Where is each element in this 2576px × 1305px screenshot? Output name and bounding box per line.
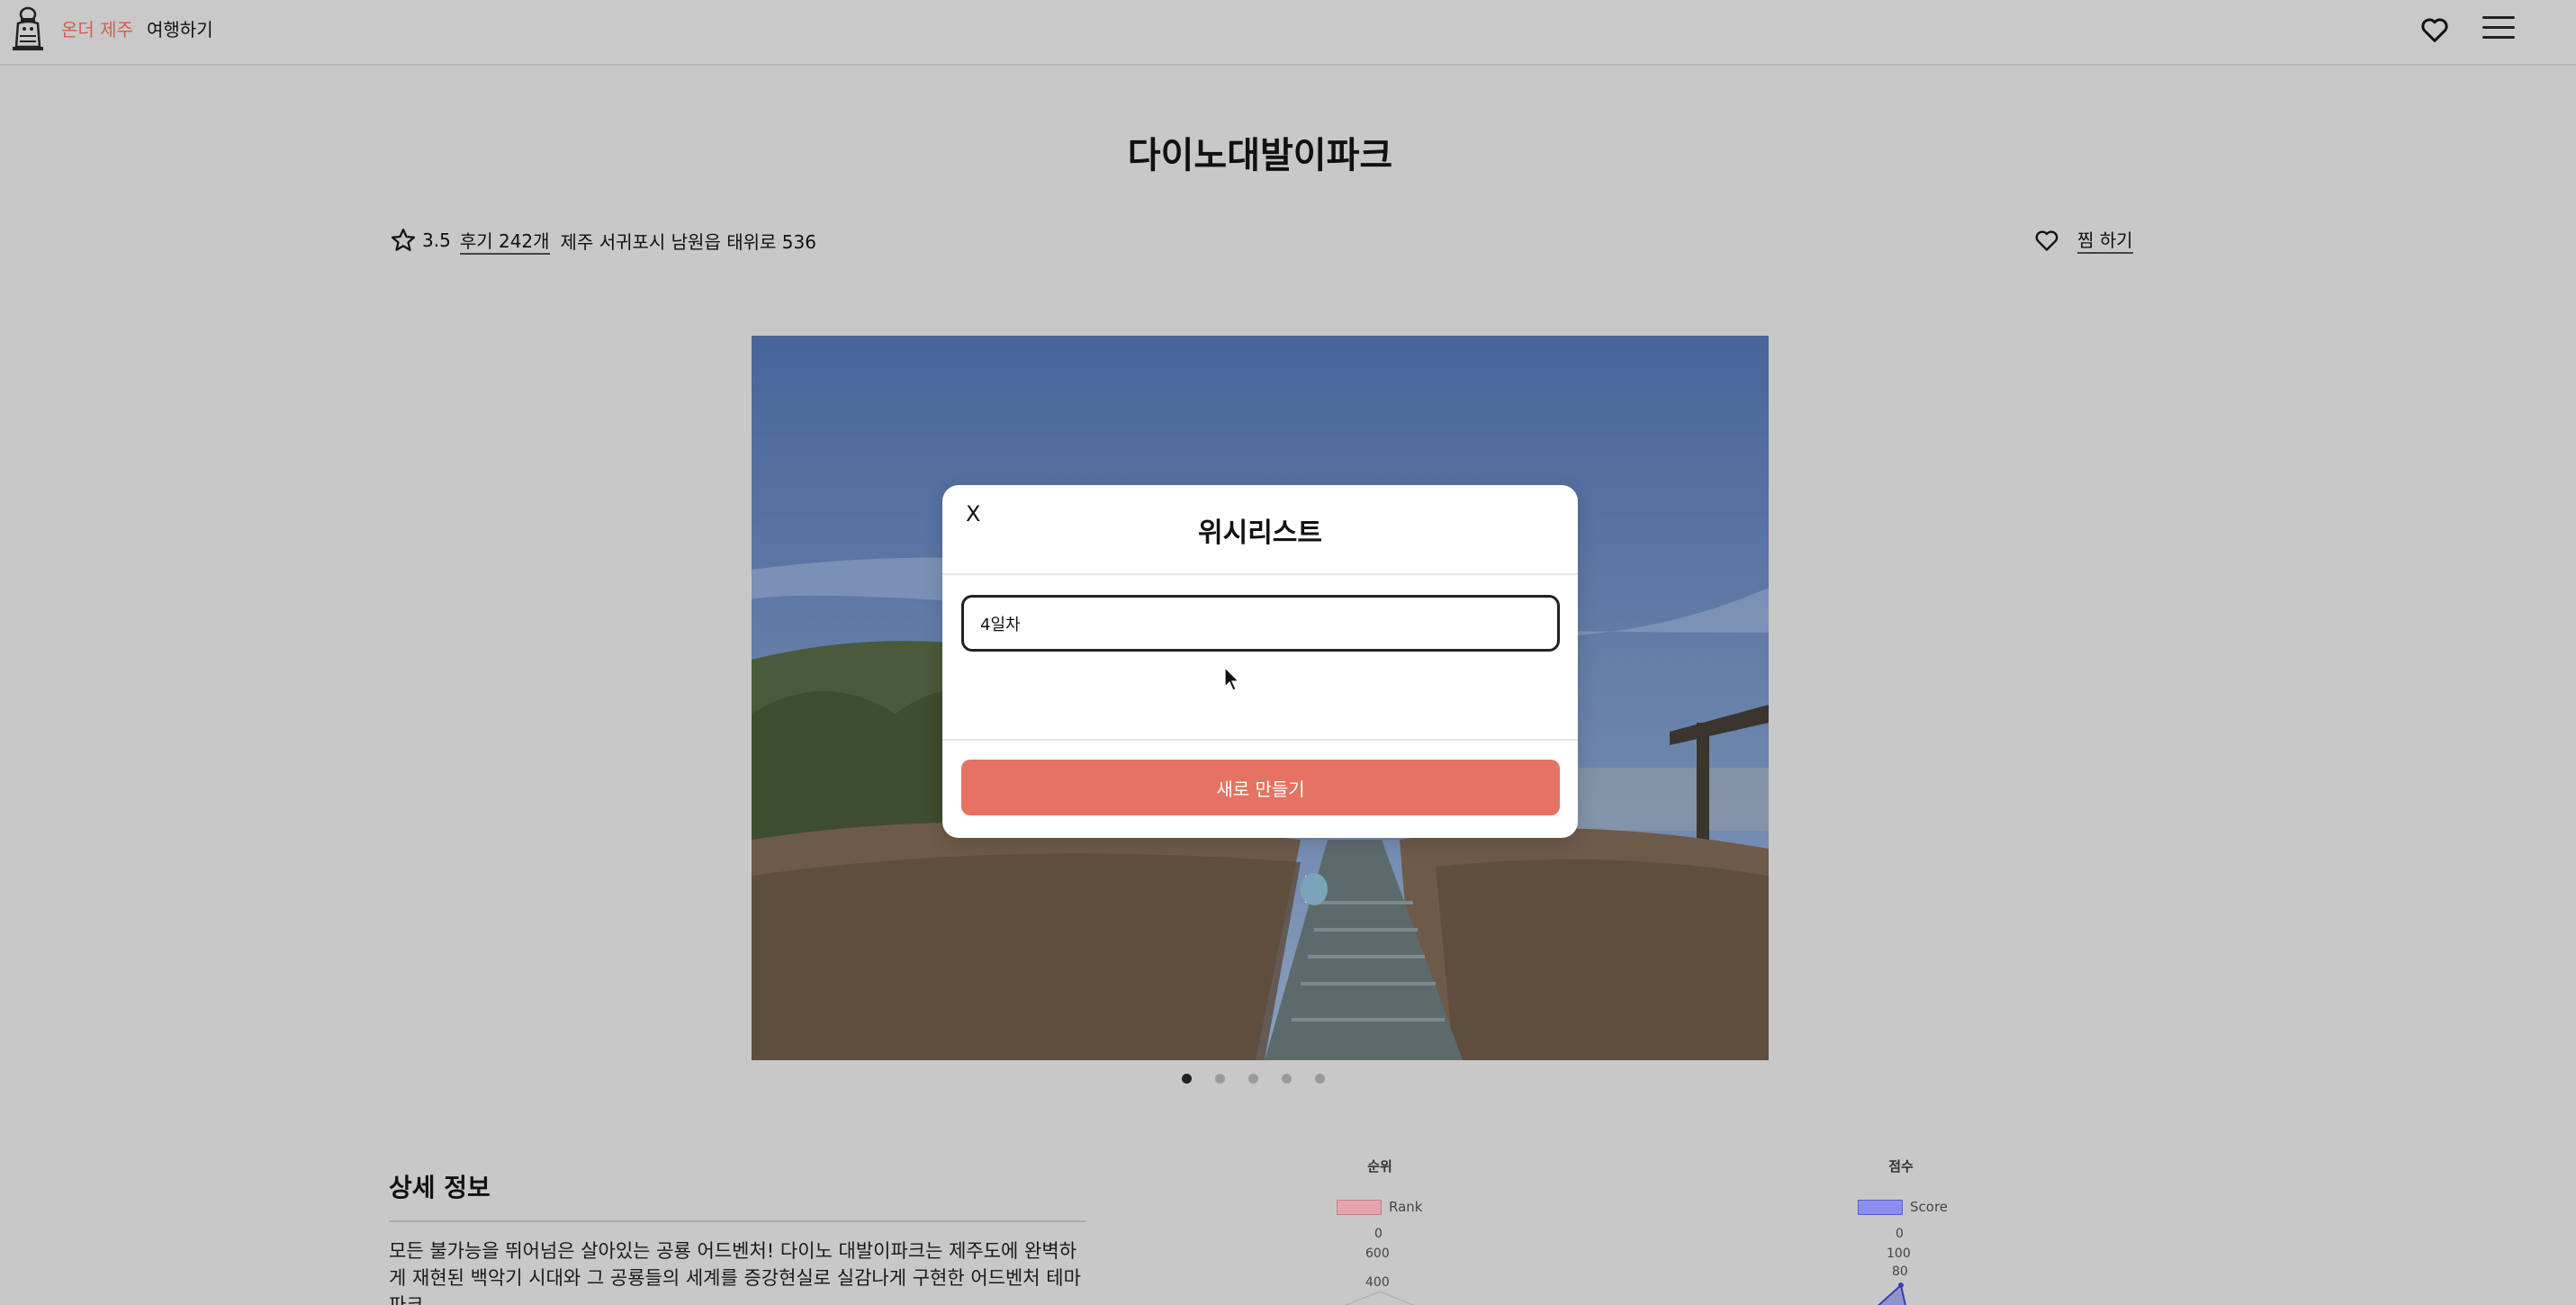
heart-icon[interactable] (2419, 16, 2450, 43)
save-label: 찜 하기 (2077, 226, 2133, 254)
rank-chart: 순위 Rank 0 600 400 (1263, 1156, 1497, 1305)
top-header: 온더 제주 여행하기 (0, 0, 2576, 66)
carousel-dot[interactable] (1282, 1074, 1292, 1084)
tick-label: 400 (1365, 1275, 1390, 1290)
tick-label: 0 (1896, 1227, 1904, 1241)
carousel-dots (1182, 1074, 1325, 1084)
chart-title: 점수 (1888, 1158, 1914, 1174)
reviews-link[interactable]: 후기 242개 (459, 227, 550, 255)
carousel-dot[interactable] (1248, 1074, 1258, 1084)
radar-chart (1878, 1282, 1906, 1305)
details-text: 모든 불가능을 뛰어넘은 살아있는 공룡 어드벤처! 다이노 대발이파크는 제주… (389, 1240, 1081, 1305)
place-meta: 3.5 후기 242개 제주 서귀포시 남원읍 태위로 536 (390, 226, 816, 255)
address-text: 제주 서귀포시 남원읍 태위로 536 (560, 230, 816, 253)
tick-label: 80 (1892, 1264, 1908, 1279)
save-wishlist-button[interactable]: 찜 하기 (2034, 226, 2133, 254)
rating-value: 3.5 (422, 230, 451, 251)
wishlist-modal: X 위시리스트 새로 만들기 (942, 485, 1578, 838)
legend-swatch (1858, 1199, 1903, 1215)
page-title: 다이노대발이파크 (1127, 135, 1393, 176)
carousel-dot[interactable] (1182, 1074, 1192, 1084)
divider (942, 573, 1578, 575)
star-icon (391, 229, 416, 251)
divider (942, 739, 1578, 741)
modal-title: 위시리스트 (1198, 518, 1322, 549)
divider (389, 1220, 1085, 1222)
legend-swatch (1337, 1199, 1382, 1215)
tick-label: 0 (1374, 1227, 1383, 1241)
hamburger-menu-icon[interactable] (2482, 16, 2515, 41)
chart-title: 순위 (1367, 1158, 1392, 1174)
legend-label: Score (1910, 1199, 1949, 1215)
details-title: 상세 정보 (389, 1173, 491, 1202)
carousel-dot[interactable] (1315, 1074, 1325, 1084)
dol-hareubang-logo-icon[interactable] (9, 5, 47, 52)
tick-label: 600 (1365, 1246, 1390, 1261)
carousel-dot[interactable] (1215, 1074, 1225, 1084)
nav-travel-link[interactable]: 여행하기 (147, 15, 213, 41)
tick-label: 100 (1887, 1246, 1911, 1261)
chart-legend: Rank (1337, 1199, 1422, 1215)
legend-label: Rank (1389, 1199, 1423, 1215)
score-chart: 점수 Score 0 100 80 (1784, 1156, 2018, 1305)
wishlist-name-input[interactable] (961, 595, 1560, 652)
chart-legend: Score (1858, 1199, 1948, 1215)
radar-chart (1345, 1291, 1415, 1305)
brand-name[interactable]: 온더 제주 (61, 15, 133, 41)
heart-icon (2035, 230, 2058, 251)
mouse-cursor-icon (1224, 667, 1240, 691)
create-wishlist-button[interactable]: 새로 만들기 (961, 760, 1560, 815)
